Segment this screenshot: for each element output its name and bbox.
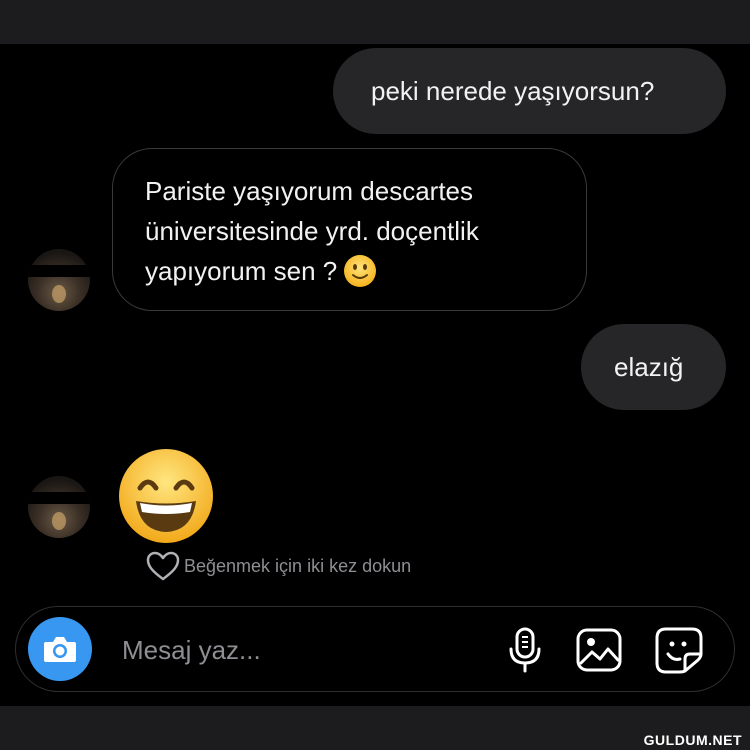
heart-icon[interactable] — [146, 551, 180, 581]
double-tap-to-like-hint: Beğenmek için iki kez dokun — [146, 550, 411, 582]
avatar[interactable] — [28, 476, 90, 538]
camera-button[interactable] — [28, 617, 92, 681]
message-line-last: yapıyorum sen ? — [145, 251, 586, 291]
message-input[interactable] — [120, 631, 464, 669]
like-hint-text: Beğenmek için iki kez dokun — [184, 555, 412, 576]
avatar-photo — [52, 285, 66, 303]
microphone-icon — [509, 627, 541, 673]
avatar-photo — [52, 512, 66, 530]
message-line: üniversitesinde yrd. doçentlik — [145, 216, 479, 246]
status-bar — [0, 0, 750, 44]
message-text: elazığ — [614, 352, 684, 382]
message-line-text: yapıyorum sen ? — [145, 256, 338, 286]
message-composer — [15, 606, 735, 692]
censor-bar — [28, 492, 90, 504]
microphone-button[interactable] — [498, 623, 552, 677]
message-line: Pariste yaşıyorum descartes — [145, 176, 474, 206]
gallery-icon — [576, 628, 622, 672]
sticker-icon — [655, 627, 703, 674]
avatar[interactable] — [28, 249, 90, 311]
home-indicator-bar — [0, 706, 750, 750]
sent-message-bubble[interactable]: peki nerede yaşıyorsun? — [333, 48, 726, 134]
sticker-button[interactable] — [652, 623, 706, 677]
slightly-smiling-face-icon — [344, 255, 377, 288]
censor-bar — [28, 265, 90, 277]
message-text: peki nerede yaşıyorsun? — [371, 76, 655, 106]
sent-message-bubble[interactable]: elazığ — [581, 324, 726, 410]
watermark: GULDUM.NET — [643, 732, 742, 748]
camera-icon — [44, 637, 76, 662]
received-message-bubble[interactable]: Pariste yaşıyorum descartes üniversitesi… — [112, 148, 587, 311]
gallery-button[interactable] — [572, 623, 626, 677]
grinning-face-with-smiling-eyes-icon[interactable] — [116, 446, 216, 546]
